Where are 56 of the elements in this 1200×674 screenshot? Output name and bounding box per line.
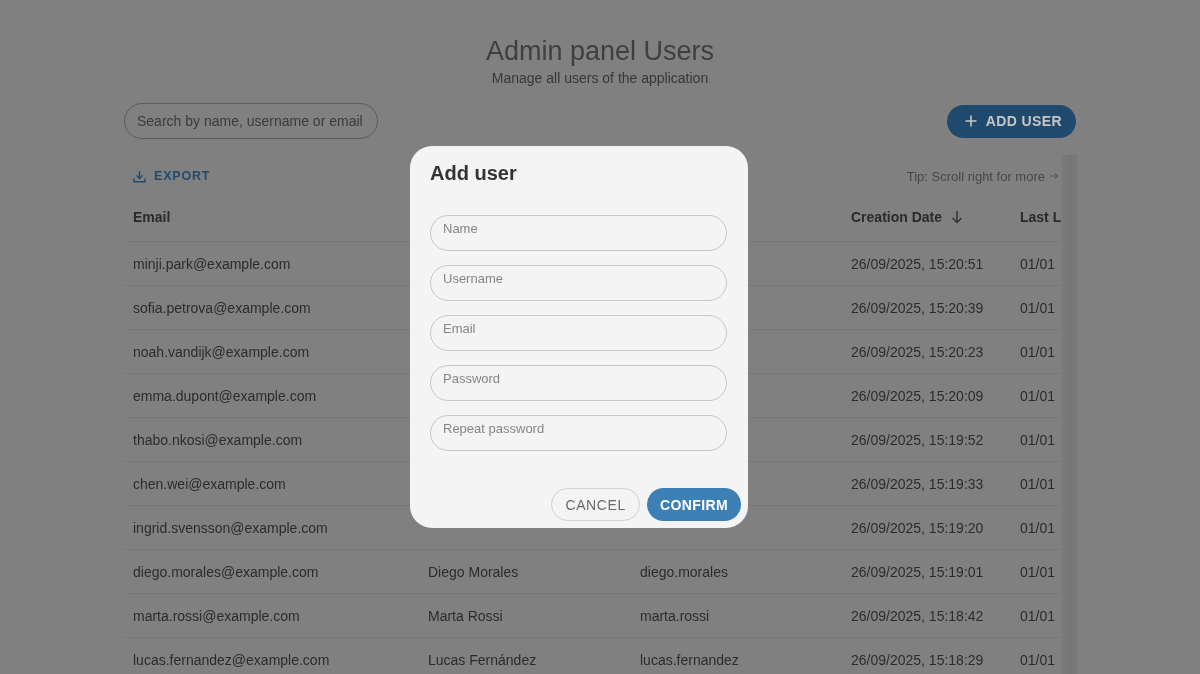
table-cell: diego.morales@example.com (133, 563, 319, 580)
table-cell: 26/09/2025, 15:19:20 (851, 519, 984, 536)
table-cell: ingrid.svensson@example.com (133, 519, 328, 536)
table-cell: Diego Morales (428, 563, 519, 580)
column-header[interactable]: Last L (1020, 208, 1062, 225)
table-cell: lucas.fernandez@example.com (133, 651, 330, 668)
table-cell: 01/01 (1020, 607, 1056, 624)
table-cell: 26/09/2025, 15:19:52 (851, 431, 984, 448)
text-field[interactable]: Repeat password (430, 415, 727, 451)
table-cell: 26/09/2025, 15:18:42 (851, 607, 984, 624)
table-cell: noah.vandijk@example.com (133, 343, 310, 360)
table-cell: Lucas Fernández (428, 651, 537, 668)
table-cell: diego.morales (640, 563, 728, 580)
table-cell: 26/09/2025, 15:20:39 (851, 299, 984, 316)
scroll-tip: Tip: Scroll right for more (906, 168, 1045, 184)
export-button[interactable]: EXPORT (133, 169, 211, 183)
table-cell: sofia.petrova@example.com (133, 299, 311, 316)
text-field[interactable]: Email (430, 315, 727, 351)
table-cell: 26/09/2025, 15:20:51 (851, 255, 984, 272)
text-field[interactable]: Password (430, 365, 727, 401)
table-cell: 26/09/2025, 15:20:23 (851, 343, 984, 360)
page-title: Admin panel Users (485, 35, 715, 68)
table-cell: thabo.nkosi@example.com (133, 431, 303, 448)
table-cell: 01/01 (1020, 651, 1056, 668)
table-cell: 01/01 (1020, 299, 1056, 316)
column-header[interactable]: Creation Date (851, 208, 965, 225)
add-user-button[interactable]: ADD USER (946, 104, 1076, 138)
table-cell: marta.rossi (640, 607, 710, 624)
table-cell: Marta Rossi (428, 607, 503, 624)
search-field[interactable]: Search by name, username or email (124, 103, 378, 139)
text-field[interactable]: Username (430, 265, 727, 301)
page-subtitle: Manage all users of the application (491, 69, 709, 87)
text-field[interactable]: Name (430, 215, 727, 251)
column-header[interactable]: Email (133, 208, 171, 225)
table-cell: 01/01 (1020, 255, 1056, 272)
plus-icon (964, 115, 977, 127)
dialog-title: Add user (430, 161, 517, 185)
table-cell: 01/01 (1020, 563, 1056, 580)
table-cell: 26/09/2025, 15:19:33 (851, 475, 984, 492)
table-cell: chen.wei@example.com (133, 475, 286, 492)
table-cell: 01/01 (1020, 387, 1056, 404)
table-cell: marta.rossi@example.com (133, 607, 300, 624)
arrow-right-icon (1050, 172, 1058, 180)
table-cell: emma.dupont@example.com (133, 387, 317, 404)
table-cell: 01/01 (1020, 431, 1056, 448)
sort-arrow-icon (950, 209, 965, 224)
table-cell: 01/01 (1020, 343, 1056, 360)
table-cell: 26/09/2025, 15:19:01 (851, 563, 984, 580)
download-icon (133, 169, 146, 183)
table-cell: 01/01 (1020, 519, 1056, 536)
table-cell: 26/09/2025, 15:20:09 (851, 387, 984, 404)
confirm-button[interactable]: CONFIRM (646, 488, 741, 521)
table-cell: minji.park@example.com (133, 255, 291, 272)
table-cell: lucas.fernandez (640, 651, 739, 668)
table-cell: 26/09/2025, 15:18:29 (851, 651, 984, 668)
table-cell: 01/01 (1020, 475, 1056, 492)
